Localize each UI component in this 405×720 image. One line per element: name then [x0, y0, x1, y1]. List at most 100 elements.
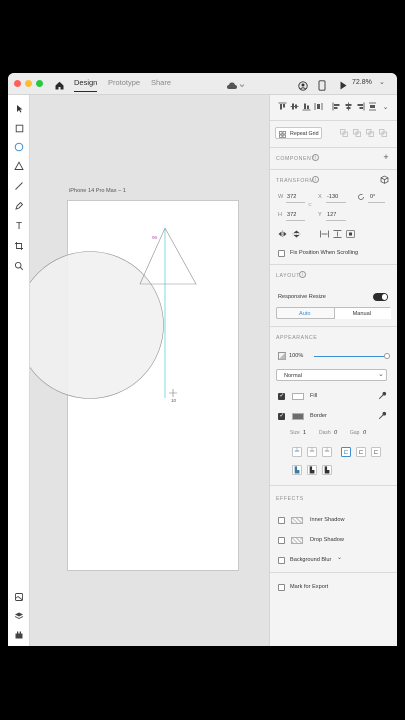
- border-eyedropper-icon[interactable]: [378, 411, 387, 420]
- align-top-icon[interactable]: [278, 102, 287, 111]
- flip-vertical-icon[interactable]: [292, 230, 301, 238]
- flip-horizontal-icon[interactable]: [278, 230, 287, 238]
- triangle-shape[interactable]: [139, 227, 197, 285]
- repeat-grid-button[interactable]: Repeat Grid: [275, 127, 322, 139]
- border-center-icon[interactable]: ╧: [322, 447, 332, 457]
- mark-export-label: Mark for Export: [290, 584, 329, 590]
- border-outer-icon[interactable]: ╧: [307, 447, 317, 457]
- cap-round-icon[interactable]: ▙: [307, 465, 317, 475]
- inner-shadow-swatch[interactable]: [291, 516, 303, 524]
- x-field[interactable]: -130: [327, 194, 338, 200]
- align-right-icon[interactable]: [356, 102, 365, 111]
- background-blur-chevron-icon[interactable]: ⌄: [337, 554, 342, 561]
- align-middle-icon[interactable]: [290, 102, 299, 111]
- boolean-exclude-icon[interactable]: [379, 129, 387, 137]
- distribute-vertical-icon[interactable]: [314, 102, 323, 111]
- fit-height-icon[interactable]: [333, 230, 342, 238]
- cap-butt-icon[interactable]: ▙: [292, 465, 302, 475]
- responsive-resize-toggle[interactable]: [373, 293, 388, 301]
- boolean-intersect-icon[interactable]: [366, 129, 374, 137]
- y-field[interactable]: 127: [327, 212, 336, 218]
- pen-tool-icon[interactable]: [12, 199, 26, 213]
- chevron-down-icon: ⌄: [378, 371, 384, 378]
- fit-width-icon[interactable]: [320, 230, 329, 238]
- lock-aspect-icon[interactable]: ⊂: [307, 202, 313, 208]
- mark-export-checkbox[interactable]: [278, 584, 285, 591]
- fill-swatch[interactable]: [292, 392, 304, 400]
- opacity-slider-thumb[interactable]: [384, 352, 390, 359]
- blend-mode-dropdown[interactable]: Normal ⌄: [276, 369, 387, 381]
- home-icon[interactable]: [54, 78, 65, 90]
- border-checkbox[interactable]: [278, 412, 285, 420]
- tab-design[interactable]: Design: [74, 78, 98, 92]
- device-preview-icon[interactable]: [318, 78, 326, 91]
- zoom-window-button[interactable]: [36, 80, 43, 87]
- close-window-button[interactable]: [14, 80, 21, 87]
- tab-prototype[interactable]: Prototype: [108, 78, 140, 87]
- manual-label: Manual: [352, 310, 371, 317]
- inner-shadow-checkbox[interactable]: [278, 517, 285, 524]
- height-field[interactable]: 372: [287, 212, 296, 218]
- add-component-icon[interactable]: +: [382, 152, 390, 162]
- align-bottom-icon[interactable]: [302, 102, 311, 111]
- fill-eyedropper-icon[interactable]: [378, 391, 387, 400]
- minimize-window-button[interactable]: [25, 80, 32, 87]
- cloud-icon[interactable]: [226, 78, 246, 89]
- drop-shadow-checkbox[interactable]: [278, 537, 285, 544]
- line-tool-icon[interactable]: [12, 179, 26, 193]
- more-align-chevron-icon[interactable]: ⌄: [381, 102, 390, 111]
- drop-shadow-swatch[interactable]: [291, 536, 303, 544]
- plugins-icon[interactable]: [12, 628, 26, 642]
- fill-checkbox[interactable]: [278, 392, 285, 400]
- opacity-slider[interactable]: [314, 352, 390, 359]
- align-center-icon[interactable]: [344, 102, 353, 111]
- opacity-icon: [278, 352, 286, 360]
- align-left-icon[interactable]: [332, 102, 341, 111]
- zoom-level[interactable]: 72.8%: [352, 79, 372, 86]
- background-blur-label[interactable]: Background Blur: [290, 557, 331, 563]
- auto-segment[interactable]: Auto: [277, 308, 334, 319]
- divider: [270, 326, 397, 327]
- opacity-value[interactable]: 100%: [289, 353, 303, 359]
- manual-segment[interactable]: Manual: [334, 308, 392, 319]
- zoom-chevron-icon[interactable]: ⌄: [379, 78, 385, 86]
- triangle-tool-icon[interactable]: [12, 159, 26, 173]
- select-tool-icon[interactable]: [12, 101, 26, 115]
- width-field[interactable]: 372: [287, 194, 296, 200]
- border-swatch[interactable]: [292, 412, 304, 420]
- layers-icon[interactable]: [12, 609, 26, 623]
- border-dash-label: Dash: [319, 430, 331, 436]
- account-icon[interactable]: [298, 78, 308, 91]
- fix-position-checkbox[interactable]: [278, 250, 285, 257]
- zoom-tool-icon[interactable]: [12, 259, 26, 273]
- rotation-field[interactable]: 0°: [370, 194, 375, 200]
- artboard-tool-icon[interactable]: [12, 239, 26, 253]
- rectangle-tool-icon[interactable]: [12, 121, 26, 135]
- layout-info-icon[interactable]: i: [299, 271, 306, 278]
- text-tool-icon[interactable]: T: [12, 219, 26, 233]
- effects-section-title: EFFECTS: [276, 496, 304, 502]
- 3d-transform-icon[interactable]: [380, 175, 389, 184]
- boolean-subtract-icon[interactable]: [353, 129, 361, 137]
- join-miter-icon[interactable]: ⊏: [341, 447, 351, 457]
- distribute-horizontal-icon[interactable]: [368, 102, 377, 111]
- cap-square-icon[interactable]: ▙: [322, 465, 332, 475]
- border-inner-icon[interactable]: ╧: [292, 447, 302, 457]
- border-dash-field[interactable]: 0: [334, 430, 337, 436]
- ellipse-tool-icon[interactable]: [12, 140, 26, 154]
- crop-icon[interactable]: [346, 230, 355, 238]
- assets-icon[interactable]: [12, 590, 26, 604]
- boolean-add-icon[interactable]: [340, 129, 348, 137]
- component-info-icon[interactable]: i: [312, 154, 319, 161]
- background-blur-checkbox[interactable]: [278, 557, 285, 564]
- canvas[interactable]: iPhone 14 Pro Max – 1 96 10: [30, 95, 269, 646]
- tab-share[interactable]: Share: [151, 78, 171, 87]
- border-gap-field[interactable]: 0: [363, 430, 366, 436]
- transform-info-icon[interactable]: i: [312, 176, 319, 183]
- join-round-icon[interactable]: ⊏: [356, 447, 366, 457]
- border-size-field[interactable]: 1: [303, 430, 306, 436]
- ellipse-shape[interactable]: [30, 251, 164, 399]
- play-icon[interactable]: [339, 78, 348, 90]
- border-label: Border: [310, 413, 327, 419]
- join-bevel-icon[interactable]: ⊏: [371, 447, 381, 457]
